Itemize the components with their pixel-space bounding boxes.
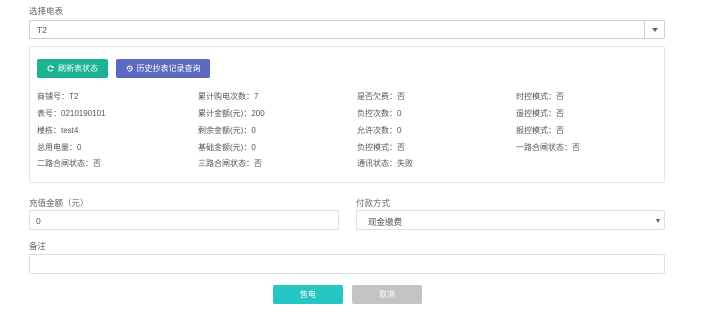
remark-input[interactable] — [29, 254, 665, 274]
meter-select-label: 选择电表 — [29, 6, 64, 16]
info-total-amount: 累计金额(元)：200 — [198, 109, 265, 118]
info-circuit-3-status: 三路合闸状态：否 — [198, 159, 262, 168]
payment-method-select[interactable]: 现金缴费 — [356, 210, 665, 230]
history-icon — [125, 65, 133, 72]
info-load-control-mode: 负控模式：否 — [357, 143, 405, 152]
info-circuit-1-status: 一路合闸状态：否 — [516, 143, 580, 152]
info-arrears: 是否欠费：否 — [357, 92, 405, 101]
info-total-consumption: 总用电量：0 — [37, 143, 82, 152]
recharge-amount-input[interactable]: 0 — [29, 210, 339, 230]
info-base-amount: 基础金额(元)：0 — [198, 143, 256, 152]
meter-select-value: T2 — [37, 25, 47, 35]
meter-select[interactable]: T2 — [29, 20, 665, 39]
refresh-status-label: 刷新表状态 — [58, 64, 98, 73]
recharge-amount-label: 充值金额（元） — [29, 198, 89, 208]
caret-down-icon — [656, 219, 660, 223]
info-shop-no: 商铺号：T2 — [37, 92, 79, 101]
meter-select-toggle[interactable] — [644, 21, 664, 38]
info-allowed-count: 允许次数：0 — [357, 126, 402, 135]
info-meter-no: 表号：0210190101 — [37, 109, 106, 118]
payment-method-label: 付款方式 — [356, 198, 391, 208]
refresh-icon — [47, 65, 54, 72]
info-comm-status: 通讯状态：失败 — [357, 159, 413, 168]
info-remaining-amount: 剩余金额(元)：0 — [198, 126, 256, 135]
info-remote-control: 遥控模式：否 — [516, 109, 564, 118]
info-load-control-count: 负控次数：0 — [357, 109, 402, 118]
refresh-status-button[interactable]: 刷新表状态 — [37, 59, 108, 78]
info-alarm-control: 报控模式：否 — [516, 126, 564, 135]
history-query-label: 历史抄表记录查询 — [136, 64, 201, 73]
history-query-button[interactable]: 历史抄表记录查询 — [116, 59, 210, 78]
remark-label: 备注 — [29, 241, 47, 251]
sell-electricity-button[interactable]: 售电 — [273, 285, 343, 304]
recharge-amount-value: 0 — [36, 216, 41, 226]
payment-method-value: 现金缴费 — [368, 217, 403, 227]
info-purchase-count: 累计购电次数：7 — [198, 92, 259, 101]
cancel-button[interactable]: 取消 — [352, 285, 422, 304]
info-circuit-2-status: 二路合闸状态：否 — [37, 159, 101, 168]
info-time-control: 时控模式：否 — [516, 92, 564, 101]
chevron-down-icon — [652, 28, 658, 32]
info-building: 楼栋：test4 — [37, 126, 79, 135]
